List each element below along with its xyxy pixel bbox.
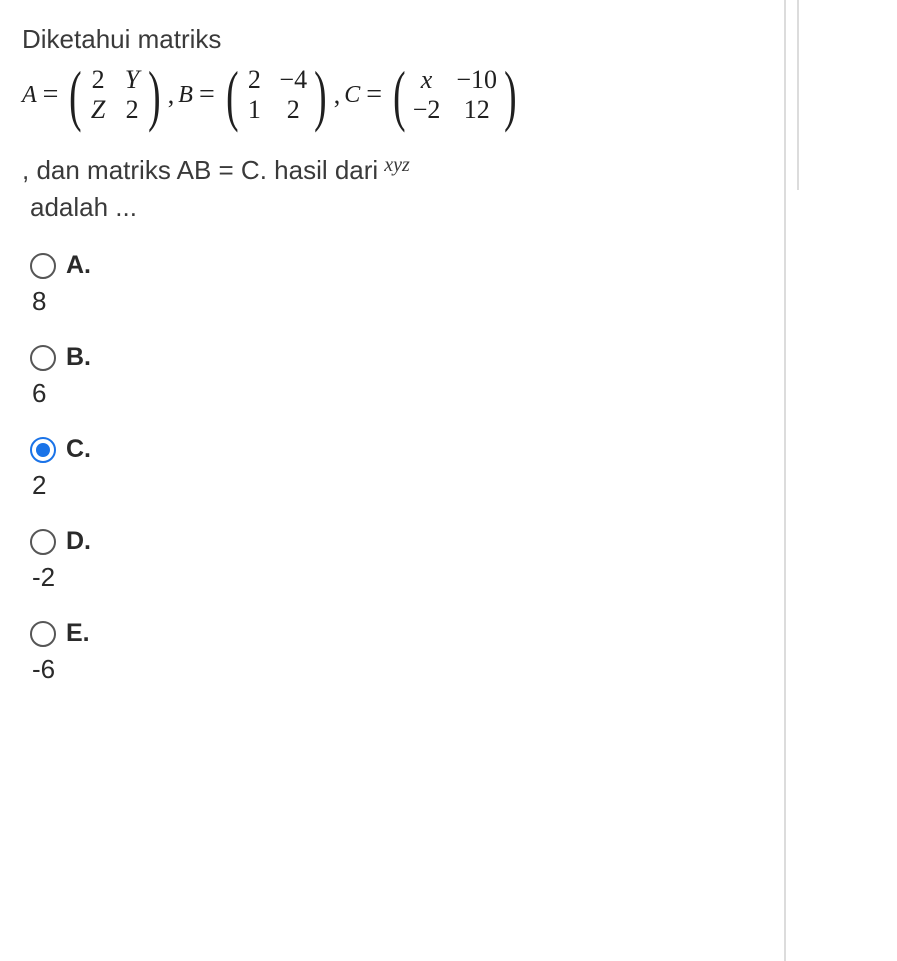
xyz-superscript: xyz	[384, 154, 410, 177]
option-A[interactable]: A. 8	[30, 251, 762, 317]
option-C[interactable]: C. 2	[30, 435, 762, 501]
options-list: A. 8 B. 6 C. 2 D. -2	[22, 251, 762, 685]
matrix-C: ( x −10 −2 12 )	[388, 63, 522, 127]
question-intro: Diketahui matriks	[22, 24, 762, 55]
vertical-divider-icon	[797, 0, 799, 190]
radio-icon[interactable]	[30, 253, 56, 279]
paren-left-icon: (	[70, 66, 82, 124]
radio-icon[interactable]	[30, 529, 56, 555]
radio-icon[interactable]	[30, 621, 56, 647]
matrix-A-label: A	[22, 82, 37, 109]
paren-right-icon: )	[504, 66, 516, 124]
question-line-2: , dan matriks AB = C. hasil dari xyz	[22, 155, 762, 186]
matrix-B-label: B	[178, 82, 193, 109]
option-E-label: E.	[66, 619, 90, 648]
mA-r2c2: 2	[123, 95, 141, 125]
matrix-equation-row: A = ( 2 Y Z 2 ) , B = ( 2 −4 1 2 ) , C	[22, 63, 762, 127]
paren-right-icon: )	[148, 66, 160, 124]
paren-left-icon: (	[226, 66, 238, 124]
mB-r1c1: 2	[245, 65, 263, 95]
equals-sign-3: =	[366, 79, 382, 111]
mB-r2c2: 2	[279, 95, 307, 125]
option-E-value: -6	[30, 654, 762, 685]
question-line-3: adalah ...	[22, 192, 762, 223]
option-C-label: C.	[66, 435, 91, 464]
question-block: Diketahui matriks A = ( 2 Y Z 2 ) , B = …	[0, 0, 784, 735]
mA-r2c1: Z	[89, 95, 107, 125]
option-D-label: D.	[66, 527, 91, 556]
paren-left-icon: (	[393, 66, 405, 124]
mC-r1c1: x	[413, 65, 441, 95]
mC-r1c2: −10	[456, 65, 497, 95]
option-D[interactable]: D. -2	[30, 527, 762, 593]
option-C-value: 2	[30, 470, 762, 501]
mA-r1c1: 2	[89, 65, 107, 95]
option-A-label: A.	[66, 251, 91, 280]
mB-r2c1: 1	[245, 95, 263, 125]
matrix-C-label: C	[344, 82, 360, 109]
option-A-value: 8	[30, 286, 762, 317]
option-B-value: 6	[30, 378, 762, 409]
mC-r2c2: 12	[456, 95, 497, 125]
mA-r1c2: Y	[123, 65, 141, 95]
equals-sign-2: =	[199, 79, 215, 111]
matrix-A: ( 2 Y Z 2 )	[64, 63, 165, 127]
mB-r1c2: −4	[279, 65, 307, 95]
comma-1: ,	[168, 80, 175, 110]
mC-r2c1: −2	[413, 95, 441, 125]
option-B-label: B.	[66, 343, 91, 372]
option-B[interactable]: B. 6	[30, 343, 762, 409]
option-D-value: -2	[30, 562, 762, 593]
matrix-B: ( 2 −4 1 2 )	[221, 63, 332, 127]
option-E[interactable]: E. -6	[30, 619, 762, 685]
equals-sign-1: =	[43, 79, 59, 111]
paren-right-icon: )	[314, 66, 326, 124]
radio-icon[interactable]	[30, 437, 56, 463]
radio-icon[interactable]	[30, 345, 56, 371]
comma-2: ,	[334, 80, 341, 110]
line2-text: , dan matriks AB = C. hasil dari	[22, 155, 378, 186]
vertical-divider-icon	[784, 0, 786, 961]
